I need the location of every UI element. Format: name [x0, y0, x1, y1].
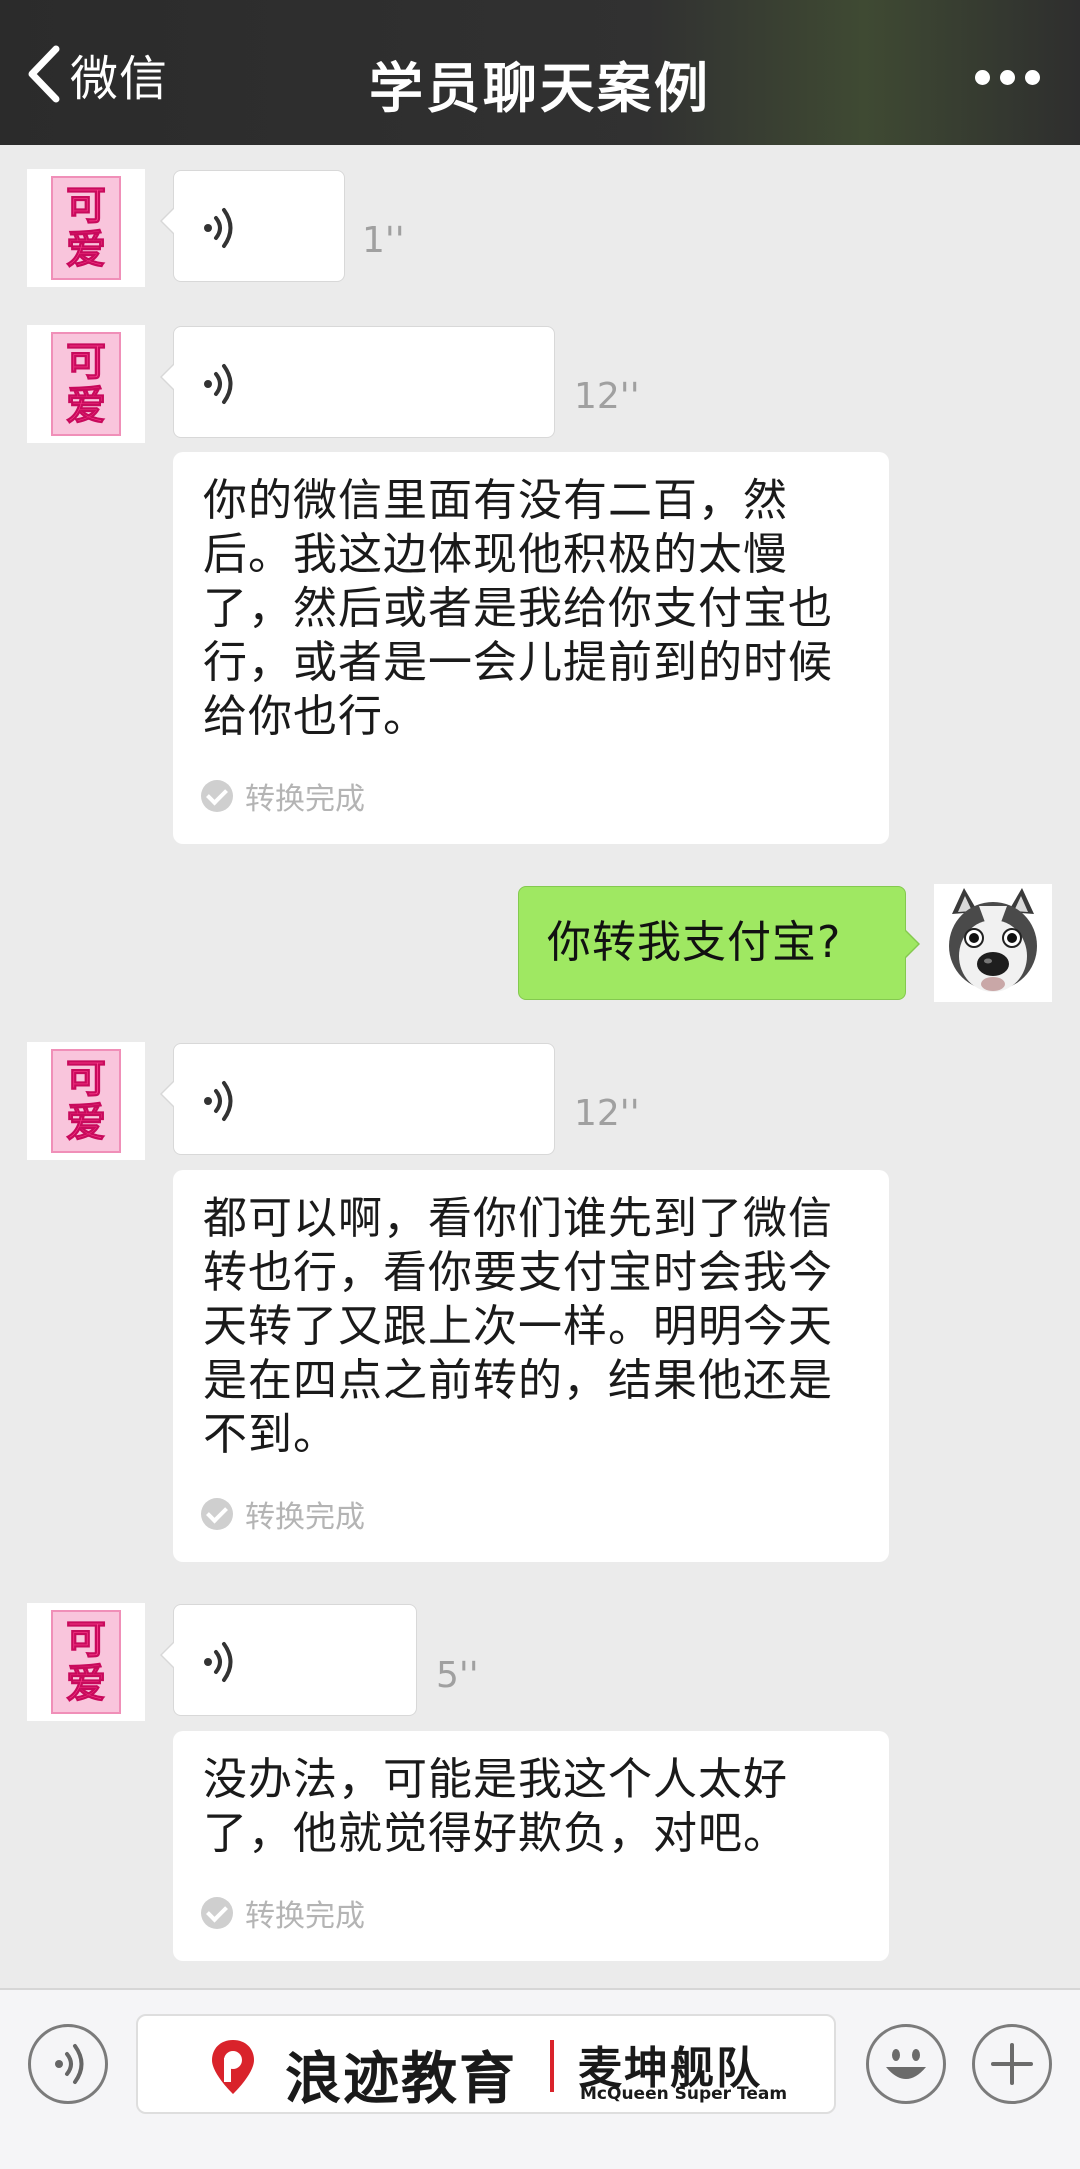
- navigation-bar: 微信 学员聊天案例: [0, 0, 1080, 145]
- avatar-char: 可: [66, 183, 107, 229]
- voice-message[interactable]: [160, 326, 555, 438]
- status-label: 转换完成: [245, 782, 365, 817]
- transcript-status: 转换完成: [201, 1891, 365, 1935]
- voice-message[interactable]: [160, 170, 345, 282]
- contact-avatar[interactable]: 可 爱: [27, 1042, 145, 1160]
- check-circle-icon: [201, 780, 233, 812]
- voice-wave-icon: [204, 208, 233, 248]
- input-bar: 浪迹教育 麦坤舰队 McQueen Super Team: [0, 1988, 1080, 2169]
- avatar-char: 爱: [66, 1100, 107, 1146]
- contact-avatar[interactable]: 可 爱: [27, 169, 145, 287]
- status-label: 转换完成: [245, 1500, 365, 1535]
- plus-icon[interactable]: [972, 2024, 1052, 2104]
- text-input[interactable]: 浪迹教育 麦坤舰队 McQueen Super Team: [136, 2014, 836, 2114]
- husky-avatar-icon: [949, 888, 1037, 992]
- voice-duration: 1'': [362, 220, 405, 261]
- avatar-char: 可: [66, 339, 107, 385]
- brand-english: McQueen Super Team: [580, 2084, 788, 2104]
- brand-name: 浪迹教育: [285, 2047, 517, 2112]
- more-icon[interactable]: [975, 70, 1040, 85]
- location-pin-icon: [212, 2040, 254, 2094]
- emoji-icon[interactable]: [866, 2024, 946, 2104]
- status-label: 转换完成: [245, 1899, 365, 1934]
- outgoing-message[interactable]: 你转我支付宝?: [518, 886, 920, 1000]
- voice-transcript[interactable]: 没办法，可能是我这个人太好了，他就觉得好欺负，对吧。 转换完成: [173, 1731, 889, 1961]
- voice-duration: 12'': [574, 376, 640, 417]
- voice-input-icon[interactable]: [28, 2024, 108, 2104]
- transcript-status: 转换完成: [201, 1492, 365, 1536]
- voice-message[interactable]: [160, 1604, 417, 1716]
- contact-avatar[interactable]: 可 爱: [27, 325, 145, 443]
- avatar-char: 爱: [66, 227, 107, 273]
- voice-duration: 12'': [574, 1093, 640, 1134]
- page-title: 学员聊天案例: [369, 57, 711, 120]
- voice-wave-icon: [204, 364, 233, 404]
- check-circle-icon: [201, 1897, 233, 1929]
- brand-divider: [550, 2040, 554, 2092]
- voice-wave-icon: [204, 1642, 233, 1682]
- avatar-char: 可: [66, 1056, 107, 1102]
- voice-message[interactable]: [160, 1043, 555, 1155]
- voice-transcript[interactable]: 你的微信里面有没有二百，然后。我这边体现他积极的太慢了，然后或者是我给你支付宝也…: [173, 452, 889, 844]
- transcript-status: 转换完成: [201, 774, 365, 818]
- check-circle-icon: [201, 1498, 233, 1530]
- voice-wave-icon: [204, 1081, 233, 1121]
- contact-avatar[interactable]: 可 爱: [27, 1603, 145, 1721]
- voice-duration: 5'': [436, 1655, 479, 1696]
- voice-transcript[interactable]: 都可以啊，看你们谁先到了微信转也行，看你要支付宝时会我今天转了又跟上次一样。明明…: [173, 1170, 889, 1562]
- avatar-char: 爱: [66, 1661, 107, 1707]
- transcript-text: 没办法，可能是我这个人太好了，他就觉得好欺负，对吧。: [203, 1754, 788, 1859]
- avatar-char: 可: [66, 1617, 107, 1663]
- transcript-text: 你的微信里面有没有二百，然后。我这边体现他积极的太慢了，然后或者是我给你支付宝也…: [203, 475, 833, 742]
- avatar-char: 爱: [66, 383, 107, 429]
- my-avatar[interactable]: [934, 884, 1052, 1002]
- transcript-text: 都可以啊，看你们谁先到了微信转也行，看你要支付宝时会我今天转了又跟上次一样。明明…: [203, 1193, 833, 1460]
